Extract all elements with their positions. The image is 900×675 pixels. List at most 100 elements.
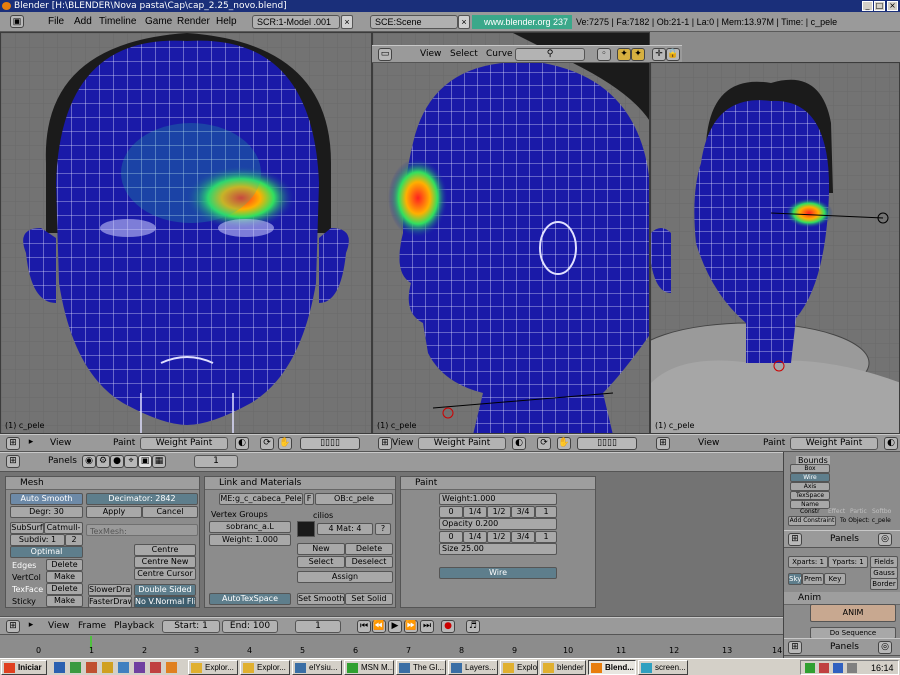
catmull-dropdown[interactable]: Catmull- <box>44 522 83 534</box>
tray-icon[interactable] <box>833 663 843 673</box>
top-select-menu[interactable]: Select <box>450 46 478 63</box>
record-icon[interactable]: ● <box>441 620 455 633</box>
viewport-side[interactable]: (1) c_pele <box>372 32 650 434</box>
window-type-icon[interactable]: ▣ <box>10 15 24 28</box>
render-context-icon[interactable]: ◎ <box>878 533 892 546</box>
set-smooth-button[interactable]: Set Smooth <box>297 593 345 605</box>
menu-add[interactable]: Add <box>74 12 92 32</box>
editor-type-icon[interactable]: ⊞ <box>656 437 670 450</box>
shading-icon[interactable]: ◐ <box>884 437 898 450</box>
task-button[interactable]: Explor... <box>240 660 290 675</box>
scene-context-icon[interactable]: ▦ <box>152 455 166 468</box>
rotate-icon[interactable]: ⟳ <box>260 437 274 450</box>
weight-preset-quarter[interactable]: 1/4 <box>463 506 487 518</box>
task-button-active[interactable]: Blend... <box>588 660 636 675</box>
key-toggle[interactable]: Key <box>824 573 846 585</box>
timeline-frame-menu[interactable]: Frame <box>78 618 106 635</box>
degr-field[interactable]: Degr: 30 <box>10 506 83 518</box>
quicklaunch-icon[interactable] <box>118 662 129 673</box>
jump-start-icon[interactable]: ⏮ <box>357 620 371 633</box>
weight-preset-1[interactable]: 1 <box>535 506 557 518</box>
object-context-icon[interactable]: ⌖ <box>124 455 138 468</box>
centre-new-button[interactable]: Centre New <box>134 556 196 568</box>
side-view-menu[interactable]: View <box>392 435 413 452</box>
right-panels-menu[interactable]: Panels <box>830 531 859 548</box>
quicklaunch-icon[interactable] <box>86 662 97 673</box>
quicklaunch-icon[interactable] <box>150 662 161 673</box>
play-icon[interactable]: ▶ <box>388 620 402 633</box>
transform-icon[interactable]: ✛ <box>652 48 666 61</box>
subdiv-field[interactable]: Subdiv: 1 <box>10 534 65 546</box>
task-button[interactable]: Explor... <box>188 660 238 675</box>
sticky-make-button[interactable]: Make <box>46 595 83 607</box>
timeline-ruler[interactable]: 0 1 2 3 4 5 6 7 8 9 10 11 12 13 14 <box>0 636 783 659</box>
logic-icon[interactable]: ◉ <box>82 455 96 468</box>
pivot-icon[interactable]: ✦ <box>617 48 631 61</box>
wire-draw-button[interactable]: Wire <box>790 473 830 482</box>
softbo-tab[interactable]: Softbo <box>872 508 891 515</box>
front-paint-menu[interactable]: Paint <box>113 435 135 452</box>
material-deselect-button[interactable]: Deselect <box>345 556 393 568</box>
texspace-button[interactable]: TexSpace <box>790 491 830 500</box>
weight-slider[interactable]: Weight:1.000 <box>439 493 557 505</box>
menu-game[interactable]: Game <box>145 12 172 32</box>
sky-toggle[interactable]: Sky <box>788 573 802 585</box>
menu-help[interactable]: Help <box>216 12 237 32</box>
weight-preset-half[interactable]: 1/2 <box>487 506 511 518</box>
faster-draw-button[interactable]: FasterDraw <box>88 596 132 608</box>
centre-cursor-button[interactable]: Centre Cursor <box>134 568 196 580</box>
edit-context-icon[interactable]: ▣ <box>138 455 152 468</box>
editor-type-icon[interactable]: ⊞ <box>378 437 392 450</box>
quicklaunch-icon[interactable] <box>134 662 145 673</box>
task-button[interactable]: Explor... <box>500 660 538 675</box>
vertcol-make-button[interactable]: Make <box>46 571 83 583</box>
weight-preset-0[interactable]: 0 <box>439 506 463 518</box>
task-button[interactable]: elYsiu... <box>292 660 342 675</box>
perspective-paint-menu[interactable]: Paint <box>763 435 785 452</box>
screen-field[interactable]: SCR:1-Model .001 <box>252 15 340 29</box>
tray-icon[interactable] <box>805 663 815 673</box>
layer-icon[interactable]: ▯▯▯▯ <box>300 437 360 450</box>
website-link[interactable]: www.blender.org 237 <box>472 15 572 29</box>
task-button[interactable]: screen... <box>638 660 688 675</box>
set-solid-button[interactable]: Set Solid <box>345 593 393 605</box>
script-icon[interactable]: ⚙ <box>96 455 110 468</box>
material-delete-button[interactable]: Delete <box>345 543 393 555</box>
close-button[interactable]: × <box>887 1 898 11</box>
top-view-menu[interactable]: View <box>420 46 441 63</box>
editor-type-icon[interactable]: ▭ <box>378 48 392 61</box>
maximize-button[interactable]: □ <box>874 1 885 11</box>
jump-end-icon[interactable]: ⏭ <box>420 620 434 633</box>
minimize-button[interactable]: _ <box>862 1 873 11</box>
editor-type-icon[interactable]: ⊞ <box>6 455 20 468</box>
task-button[interactable]: Layers... <box>448 660 498 675</box>
slower-draw-button[interactable]: SlowerDraw <box>88 584 132 596</box>
material-index-field[interactable]: 4 Mat: 4 <box>317 523 373 535</box>
xparts-field[interactable]: Xparts: 1 <box>788 556 828 568</box>
sync-icon[interactable]: ♬ <box>466 620 480 633</box>
opacity-preset-1[interactable]: 1 <box>535 531 557 543</box>
subdiv-render-field[interactable]: 2 <box>65 534 83 546</box>
frame-number-field[interactable]: 1 <box>194 455 238 468</box>
box-button[interactable]: Box <box>790 464 830 473</box>
task-button[interactable]: MSN M... <box>344 660 394 675</box>
side-mode-dropdown[interactable]: Weight Paint <box>418 437 506 450</box>
centre-button[interactable]: Centre <box>134 544 196 556</box>
opacity-preset-quarter[interactable]: 1/4 <box>463 531 487 543</box>
start-button[interactable]: Iniciar <box>1 660 47 675</box>
hand-icon[interactable]: ✋ <box>278 437 292 450</box>
collapse-icon[interactable]: ▸ <box>24 437 38 450</box>
subsurf-toggle[interactable]: SubSurf <box>10 522 44 534</box>
screen-close-button[interactable]: × <box>341 15 353 29</box>
quicklaunch-icon[interactable] <box>70 662 81 673</box>
anim-button[interactable]: ANIM <box>810 604 896 622</box>
tray-icon[interactable] <box>847 663 857 673</box>
vertex-weight-field[interactable]: Weight: 1.000 <box>209 534 291 546</box>
partic-tab[interactable]: Partic <box>850 508 867 515</box>
task-button[interactable]: The GI... <box>396 660 446 675</box>
weight-preset-threequarter[interactable]: 3/4 <box>511 506 535 518</box>
texmesh-field[interactable] <box>86 524 198 536</box>
scene-close-button[interactable]: × <box>458 15 470 29</box>
fake-user-toggle[interactable]: F <box>304 493 314 505</box>
menu-render[interactable]: Render <box>177 12 210 32</box>
